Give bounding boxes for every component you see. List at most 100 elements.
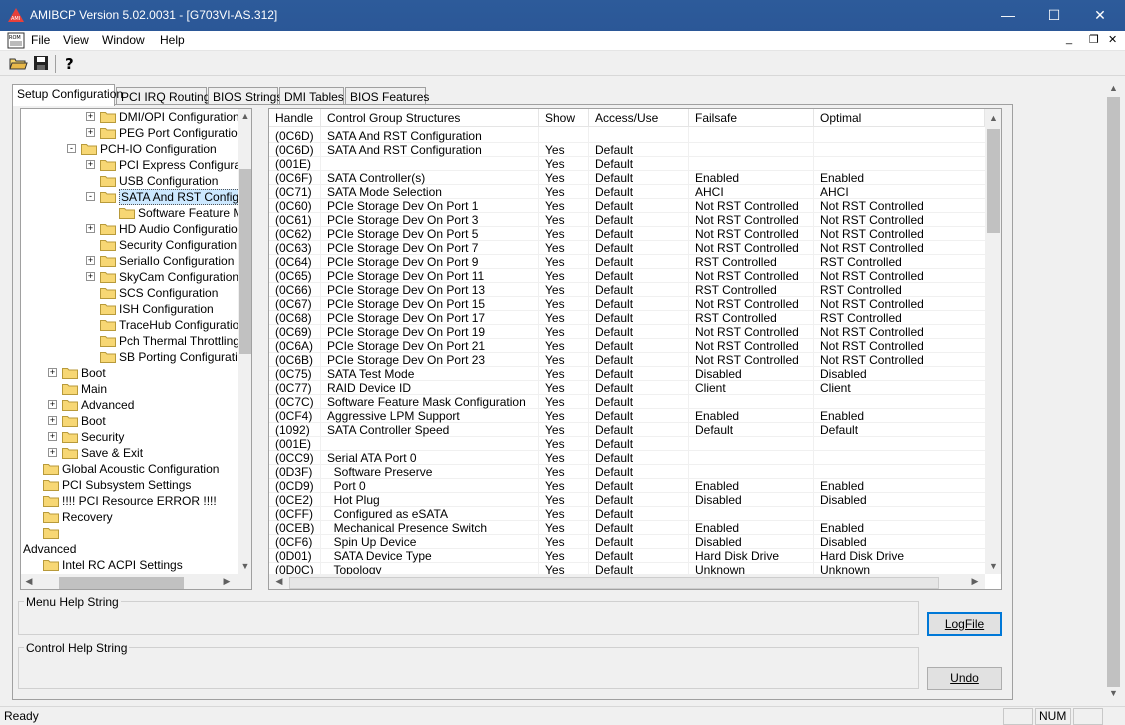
save-button[interactable] [31,53,53,74]
tree-item[interactable]: Pch Thermal Throttling Contro [21,333,238,349]
tree-item[interactable]: Advanced [21,541,238,557]
tree-item[interactable]: + PEG Port Configuration [21,125,238,141]
grid-scroll-right-icon[interactable]: ▶ [969,576,981,587]
tree-item-label: PCI Express Configuration [119,158,238,172]
column-header[interactable]: Control Group Structures [321,109,539,127]
outer-vertical-scrollbar[interactable]: ▲ ▼ [1105,80,1122,703]
folder-icon [119,208,135,219]
child-minimize-button[interactable]: _ [1066,33,1072,45]
collapse-icon[interactable]: - [67,144,76,153]
tree-item[interactable]: + HD Audio Configuration [21,221,238,237]
tree-vscroll-thumb[interactable] [239,169,251,354]
expand-icon[interactable]: + [48,416,57,425]
expand-icon[interactable]: + [48,368,57,377]
tree-item[interactable]: + DMI/OPI Configuration [21,109,238,125]
tree-item[interactable]: Recovery [21,509,238,525]
tree-item[interactable]: Global Acoustic Configuration [21,461,238,477]
folder-icon [100,224,116,235]
outer-scroll-down-icon[interactable]: ▼ [1105,688,1122,698]
tree-item[interactable] [21,525,238,541]
expand-icon[interactable]: + [86,224,95,233]
expand-icon[interactable]: + [48,400,57,409]
expand-icon[interactable]: + [86,160,95,169]
expand-icon[interactable]: + [48,448,57,457]
column-header[interactable]: Access/Use [589,109,689,127]
scroll-right-icon[interactable]: ▶ [221,576,233,587]
tree-item[interactable]: + SerialIo Configuration [21,253,238,269]
tree-item[interactable]: SCS Configuration [21,285,238,301]
menu-file[interactable]: File [31,33,50,47]
tab-setup-configuration[interactable]: Setup Configuration [12,84,123,106]
tree-item[interactable]: + Save & Exit [21,445,238,461]
grid-horizontal-scrollbar[interactable]: ◀ ▶ [269,574,985,589]
menu-view[interactable]: View [63,33,89,47]
tree-item[interactable]: + Boot [21,365,238,381]
column-header[interactable]: Show [539,109,589,127]
table-cell: (0C7C) [275,395,314,409]
menu-help[interactable]: Help [160,33,185,47]
tab-bios-features[interactable]: BIOS Features [345,87,429,105]
grid-scroll-up-icon[interactable]: ▲ [985,113,1001,123]
tree-item[interactable]: !!!! PCI Resource ERROR !!!! [21,493,238,509]
table-cell: Enabled [695,171,740,185]
tree-item[interactable]: + Advanced [21,397,238,413]
close-button[interactable]: ✕ [1077,0,1123,31]
tree-item[interactable]: + Security [21,429,238,445]
table-cell: Yes [545,409,565,423]
tree-item[interactable]: + PCI Express Configuration [21,157,238,173]
table-cell: Configured as eSATA [327,507,448,521]
setup-tree[interactable]: + DMI/OPI Configuration + PEG Port Configur… [20,108,252,590]
tree-item[interactable]: + Boot [21,413,238,429]
child-restore-button[interactable]: ❐ [1089,33,1099,46]
tree-item[interactable]: Software Feature Mask C [21,205,238,221]
tree-horizontal-scrollbar[interactable]: ◀ ▶ [21,574,251,589]
tree-item[interactable]: SB Porting Configuration [21,349,238,365]
scroll-up-icon[interactable]: ▲ [238,111,251,121]
tab-bios-strings[interactable]: BIOS Strings [208,87,282,105]
collapse-icon[interactable]: - [86,192,95,201]
tree-item[interactable]: ISH Configuration [21,301,238,317]
document-icon[interactable]: ROM [7,32,25,49]
tree-item[interactable]: + SkyCam Configuration [21,269,238,285]
grid-scroll-down-icon[interactable]: ▼ [985,561,1001,571]
tree-item[interactable]: - PCH-IO Configuration [21,141,238,157]
undo-button[interactable]: Undo [927,667,1002,690]
logfile-button[interactable]: LogFile [927,612,1002,636]
scroll-left-icon[interactable]: ◀ [23,576,35,587]
title-bar[interactable]: AMI AMIBCP Version 5.02.0031 - [G703VI-A… [0,0,1125,31]
tab-dmi-tables[interactable]: DMI Tables [279,87,344,105]
menu-window[interactable]: Window [102,33,145,47]
table-cell: Not RST Controlled [695,213,799,227]
tree-item[interactable]: - SATA And RST Configuration [21,189,238,205]
tree-item[interactable]: Security Configuration [21,237,238,253]
outer-vscroll-thumb[interactable] [1107,97,1120,687]
tree-item[interactable]: USB Configuration [21,173,238,189]
maximize-button[interactable]: ☐ [1031,0,1077,31]
tab-pci-irq-routing[interactable]: PCI IRQ Routing [116,87,210,105]
tree-vertical-scrollbar[interactable]: ▲ ▼ [238,109,251,574]
tree-hscroll-thumb[interactable] [59,577,184,589]
column-header[interactable]: Handle [269,109,321,127]
control-grid[interactable]: Handle Control Group Structures Show Access… [268,108,1002,590]
expand-icon[interactable]: + [86,272,95,281]
scroll-down-icon[interactable]: ▼ [238,561,251,571]
expand-icon[interactable]: + [86,112,95,121]
column-header[interactable]: Failsafe [689,109,814,127]
tree-item[interactable]: PCI Subsystem Settings [21,477,238,493]
grid-scroll-left-icon[interactable]: ◀ [273,576,285,587]
column-header[interactable]: Optimal [814,109,985,127]
open-button[interactable] [8,53,30,74]
expand-icon[interactable]: + [86,256,95,265]
help-button[interactable]: ? [60,53,82,74]
grid-vscroll-thumb[interactable] [987,129,1000,233]
expand-icon[interactable]: + [86,128,95,137]
tree-item[interactable]: Intel RC ACPI Settings [21,557,238,573]
minimize-button[interactable]: — [985,0,1031,31]
expand-icon[interactable]: + [48,432,57,441]
child-close-button[interactable]: ✕ [1108,33,1117,46]
outer-scroll-up-icon[interactable]: ▲ [1105,83,1122,93]
tree-item[interactable]: Main [21,381,238,397]
tree-item[interactable]: TraceHub Configuration Men [21,317,238,333]
grid-vertical-scrollbar[interactable]: ▲ ▼ [985,109,1001,574]
grid-hscroll-thumb[interactable] [289,577,939,589]
